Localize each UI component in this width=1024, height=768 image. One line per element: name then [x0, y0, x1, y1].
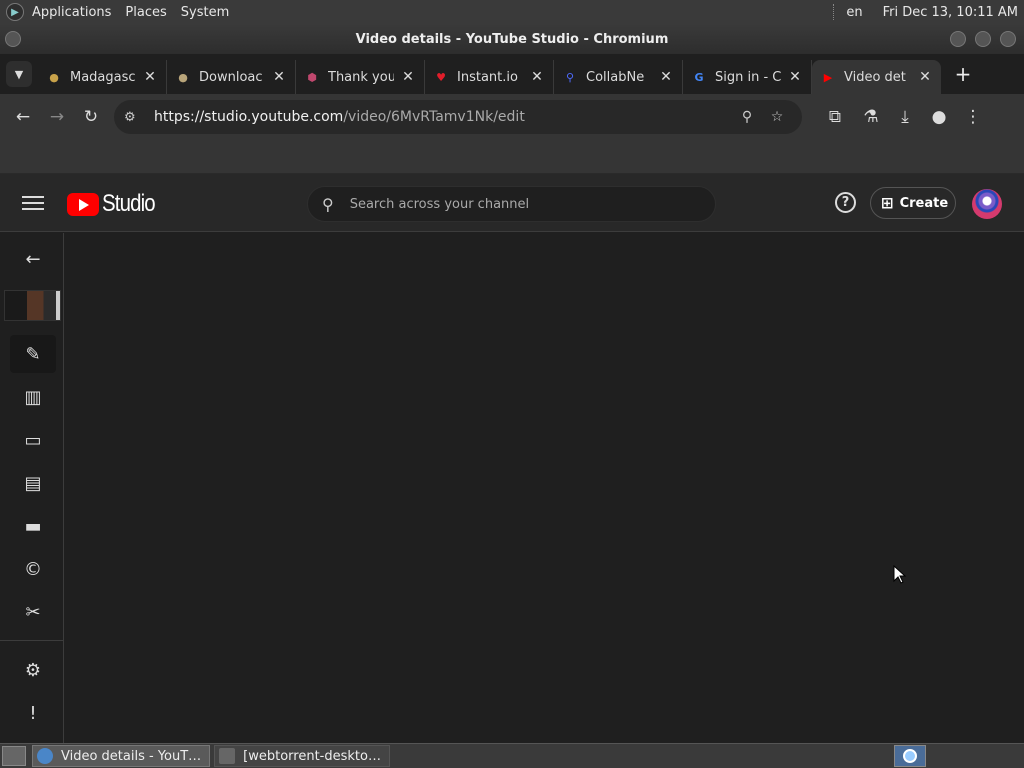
taskbar-item-terminal[interactable]: [webtorrent-deskto…	[214, 745, 390, 767]
tab-0[interactable]: ● Madagasc ✕	[38, 60, 167, 94]
tab-label: Instant.io	[457, 69, 518, 85]
create-video-icon: ⊞	[881, 194, 894, 212]
sidebar-divider	[0, 640, 64, 641]
edit-details-icon[interactable]: ✎	[10, 335, 56, 373]
youtube-play-icon	[67, 192, 99, 216]
downloads-icon[interactable]: ⤓	[888, 100, 922, 134]
close-window-button[interactable]	[1000, 31, 1016, 47]
search-icon: ⚲	[565, 70, 575, 84]
tab-close-icon[interactable]: ✕	[658, 69, 674, 85]
search-icon: ⚲	[322, 194, 334, 214]
create-button[interactable]: ⊞ Create	[870, 187, 956, 219]
window-titlebar: Video details - YouTube Studio - Chromiu…	[0, 24, 1024, 54]
tab-label: Video det	[844, 69, 906, 85]
help-icon[interactable]: ?	[835, 192, 856, 213]
new-tab-button[interactable]: +	[951, 62, 975, 86]
tab-close-icon[interactable]: ✕	[271, 69, 287, 85]
minimize-button[interactable]	[950, 31, 966, 47]
tab-label: Sign in - C	[715, 69, 781, 85]
chromium-icon	[37, 748, 53, 764]
studio-logo[interactable]: Studio	[67, 190, 164, 218]
settings-icon[interactable]: ⚙	[10, 651, 56, 689]
search-placeholder: Search across your channel	[349, 196, 530, 212]
keyboard-layout-indicator[interactable]: en	[846, 5, 862, 20]
analytics-icon[interactable]: ▥	[10, 378, 56, 416]
applications-menu[interactable]: Applications	[32, 5, 111, 20]
url-text[interactable]: https://studio.youtube.com/video/6MvRTam…	[154, 109, 732, 125]
zoom-icon[interactable]: ⚲	[732, 109, 762, 125]
tab-4[interactable]: ⚲ CollabNe ✕	[554, 60, 683, 94]
video-thumbnail[interactable]	[4, 290, 61, 321]
window-menu-button[interactable]	[5, 31, 21, 47]
browser-menu-icon[interactable]: ⋮	[956, 100, 990, 134]
labs-flask-icon[interactable]: ⚗	[854, 100, 888, 134]
tab-close-icon[interactable]: ✕	[787, 69, 803, 85]
tab-close-icon[interactable]: ✕	[917, 69, 933, 85]
reload-button[interactable]: ↻	[74, 100, 108, 134]
editor-icon[interactable]: ▭	[10, 421, 56, 459]
tab-6[interactable]: ▶ Video det ✕	[812, 60, 941, 94]
globe-icon: ●	[49, 70, 59, 84]
subtitles-icon[interactable]: ▬	[10, 507, 56, 545]
clock[interactable]: Fri Dec 13, 10:11 AM	[883, 5, 1018, 20]
video-sidebar: ← ✎ ▥ ▭ ▤ ▬ © ✂ ⚙!	[0, 233, 64, 743]
bookmarks-bar	[0, 140, 1024, 174]
tab-5[interactable]: G Sign in - C ✕	[683, 60, 812, 94]
tab-strip: ▼ ● Madagasc ✕ ● Downloac ✕ ⬢ Thank you ✕ ♥ Instan…	[0, 54, 1024, 94]
taskbar-item-chromium[interactable]: Video details - YouT…	[32, 745, 211, 767]
panel-separator	[833, 4, 835, 20]
tab-label: Downloac	[199, 69, 263, 85]
show-desktop-icon[interactable]	[2, 746, 26, 766]
studio-logo-text: Studio	[102, 190, 156, 217]
system-top-panel: ▶ Applications Places System en Fri Dec …	[0, 0, 1024, 24]
profile-icon[interactable]: ●	[922, 100, 956, 134]
terminal-icon	[219, 748, 236, 764]
system-menu[interactable]: System	[181, 5, 229, 20]
google-icon: G	[694, 70, 704, 84]
window-title: Video details - YouTube Studio - Chromiu…	[355, 31, 669, 47]
distro-logo-icon[interactable]: ▶	[6, 3, 24, 21]
studio-header: Studio ⚲ Search across your channel ? ⊞ …	[0, 174, 1024, 232]
tray-chromium-icon[interactable]	[894, 745, 926, 767]
back-arrow-icon[interactable]: ←	[10, 240, 56, 278]
tab-close-icon[interactable]: ✕	[529, 69, 545, 85]
main-content-area	[65, 233, 1024, 743]
tab-label: Madagasc	[70, 69, 136, 85]
back-button[interactable]: ←	[6, 100, 40, 134]
hamburger-menu-icon[interactable]	[22, 192, 44, 214]
tab-search-chevron-icon[interactable]: ▼	[6, 61, 32, 87]
tab-3[interactable]: ♥ Instant.io ✕	[425, 60, 554, 94]
address-bar[interactable]: ⚙ https://studio.youtube.com/video/6MvRT…	[114, 100, 802, 134]
tab-close-icon[interactable]: ✕	[400, 69, 416, 85]
channel-search-input[interactable]: ⚲ Search across your channel	[307, 186, 716, 222]
create-label: Create	[899, 195, 949, 211]
clips-scissors-icon[interactable]: ✂	[10, 593, 56, 631]
mouse-cursor-icon	[893, 565, 907, 584]
tab-label: CollabNe	[586, 69, 645, 85]
places-menu[interactable]: Places	[125, 5, 166, 20]
extensions-icon[interactable]: ⧉	[818, 100, 852, 134]
taskbar-item-label: [webtorrent-deskto…	[243, 748, 381, 764]
tab-close-icon[interactable]: ✕	[142, 69, 158, 85]
forward-button[interactable]: →	[40, 100, 74, 134]
tab-label: Thank you	[328, 69, 394, 85]
channel-avatar[interactable]	[972, 189, 1002, 219]
browser-toolbar: ← → ↻ ⚙ https://studio.youtube.com/video…	[0, 94, 1024, 140]
globe-icon: ●	[178, 70, 188, 84]
site-info-icon[interactable]: ⚙	[124, 110, 144, 125]
taskbar-item-label: Video details - YouT…	[61, 748, 202, 764]
feedback-icon[interactable]: !	[10, 694, 56, 732]
tab-1[interactable]: ● Downloac ✕	[167, 60, 296, 94]
youtube-icon: ▶	[823, 70, 833, 84]
shield-icon: ⬢	[307, 70, 317, 84]
taskbar: Video details - YouT… [webtorrent-deskto…	[0, 743, 1024, 768]
bookmark-star-icon[interactable]: ☆	[762, 109, 792, 125]
maximize-button[interactable]	[975, 31, 991, 47]
tab-2[interactable]: ⬢ Thank you ✕	[296, 60, 425, 94]
heart-icon: ♥	[436, 70, 446, 84]
copyright-icon[interactable]: ©	[10, 550, 56, 588]
comments-icon[interactable]: ▤	[10, 464, 56, 502]
